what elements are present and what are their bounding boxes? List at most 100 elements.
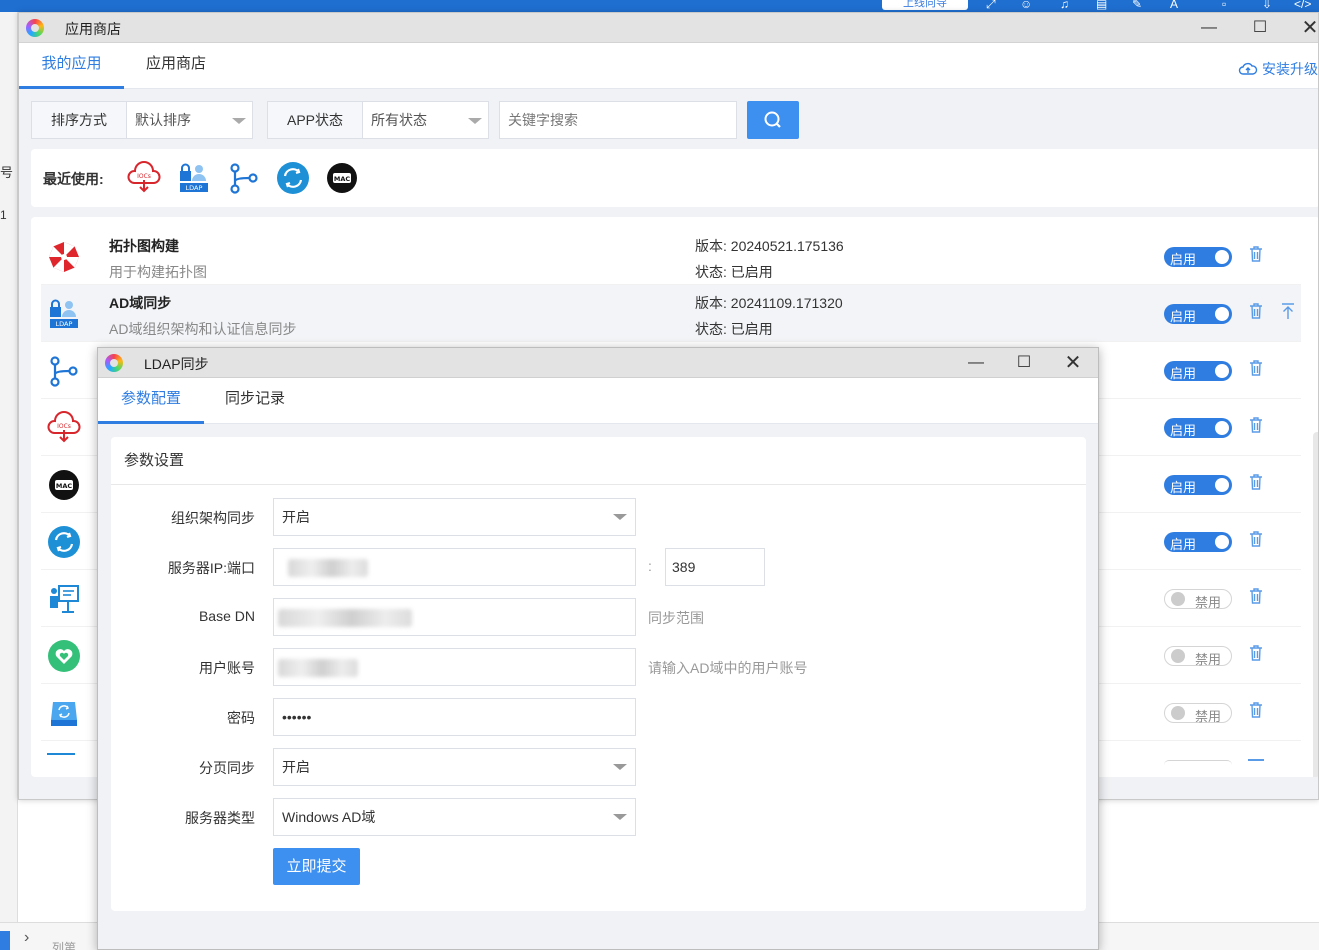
list-item[interactable]: 拓扑图构建 用于构建拓扑图 版本: 20240521.175136 状态: 已启… [41,228,1301,285]
download-icon[interactable]: ⇩ [1262,0,1272,11]
enable-toggle[interactable]: 启用 [1164,304,1232,324]
tab-sync-records[interactable]: 同步记录 [225,378,285,424]
heart-shield-icon [48,640,80,672]
enable-toggle[interactable]: 启用 [1164,418,1232,438]
app-version: 版本: 20240521.175136 [695,238,844,254]
mac-icon[interactable]: MAC [325,161,359,195]
password-input[interactable]: •••••• [273,698,636,736]
code-icon[interactable]: </> [1294,0,1311,11]
port-separator: : [648,558,652,574]
search-icon [764,111,781,128]
background-taskbar: 上线向导 ⤢ ☺ ♫ ▤ ✎ A ▫ ⇩ </> [0,0,1319,12]
sync-icon[interactable] [276,161,310,195]
account-input[interactable] [273,648,636,686]
app-logo-icon [26,19,44,37]
param-settings-card: 参数设置 组织架构同步 开启 服务器IP:端口 : 389 Base DN 同步… [111,437,1086,911]
sort-value: 默认排序 [135,112,191,128]
app-name: AD域同步 [109,295,172,311]
svg-text:MAC: MAC [56,482,72,490]
trash-icon[interactable] [1248,586,1264,606]
enable-toggle[interactable]: 启用 [1164,247,1232,267]
enable-toggle[interactable]: 禁用 [1164,703,1232,724]
maximize-button[interactable]: ☐ [1240,15,1280,41]
list-item[interactable]: LDAP AD域同步 AD域组织架构和认证信息同步 版本: 20241109.1… [41,285,1301,342]
trash-icon[interactable] [1248,643,1264,663]
install-upgrade-button[interactable]: 安装升级 [1238,59,1318,79]
keyword-search-input[interactable]: 关键字搜索 [499,101,737,139]
enable-toggle[interactable]: 启用 [1164,361,1232,381]
org-sync-select[interactable]: 开启 [273,498,636,536]
branch-icon[interactable] [227,161,261,195]
chat-icon[interactable]: ☺ [1020,0,1032,11]
submit-button[interactable]: 立即提交 [273,848,360,885]
dialog-titlebar[interactable]: LDAP同步 — ☐ ✕ [98,348,1098,378]
enable-toggle[interactable]: 启用 [1164,475,1232,495]
close-button[interactable]: ✕ [1053,350,1093,376]
field-label: 服务器类型 [185,810,255,826]
server-ip-input[interactable] [273,548,636,586]
server-type-select[interactable]: Windows AD域 [273,798,636,836]
enable-toggle[interactable]: 禁用 [1164,646,1232,667]
status-select[interactable]: APP状态 所有状态 [267,101,489,139]
app-logo-icon [105,354,123,372]
redacted-text [288,559,368,577]
maximize-button[interactable]: ☐ [1004,350,1044,376]
background-tab[interactable] [0,931,10,950]
trash-icon[interactable] [1248,700,1264,720]
paging-row: 分页同步 开启 [111,748,1086,786]
server-row: 服务器IP:端口 : 389 [111,548,1086,586]
trash-icon[interactable] [1248,472,1264,492]
collapse-icon[interactable]: ⤢ [986,0,996,12]
server-type-row: 服务器类型 Windows AD域 [111,798,1086,836]
mac-icon: MAC [49,470,79,500]
tag-icon[interactable]: ✎ [1132,0,1142,11]
list-scrollbar[interactable] [1313,432,1318,777]
background-text: 列第 [52,941,77,950]
ldap-icon[interactable]: LDAP [177,161,211,195]
background-text: 1 [0,208,7,222]
trash-icon[interactable] [1248,244,1264,264]
app-status: 状态: 已启用 [695,321,773,337]
field-label: 分页同步 [199,760,255,776]
field-hint: 请输入AD域中的用户账号 [648,660,808,676]
search-button[interactable] [747,101,799,139]
pin-to-top-icon[interactable] [1281,301,1295,321]
chevron-right-icon[interactable]: › [24,929,29,947]
translate-icon[interactable]: A [1170,0,1178,11]
sort-select[interactable]: 排序方式 默认排序 [31,101,253,139]
minimize-button[interactable]: — [956,350,996,376]
book-icon[interactable]: ▤ [1096,0,1107,11]
base-dn-input[interactable] [273,598,636,636]
svg-text:LDAP: LDAP [56,320,73,328]
umbrella-icon [49,242,79,272]
drive-icon [51,702,77,726]
app-name: 拓扑图构建 [109,238,179,254]
window-title: 应用商店 [65,21,121,37]
setup-wizard-button[interactable]: 上线向导 [882,0,968,10]
tab-param-config[interactable]: 参数配置 [98,378,204,424]
close-button[interactable]: ✕ [1290,15,1318,41]
enable-toggle[interactable]: 禁用 [1164,589,1232,610]
section-title: 参数设置 [111,437,1086,485]
tab-my-apps[interactable]: 我的应用 [19,43,124,89]
add-window-icon[interactable]: ▫ [1222,0,1226,11]
status-value: 所有状态 [371,112,427,128]
trash-icon[interactable] [1248,415,1264,435]
trash-icon[interactable] [1248,759,1264,769]
iocs-cloud-icon[interactable]: IOCs [127,161,161,195]
port-input[interactable]: 389 [665,548,765,586]
trash-icon[interactable] [1248,358,1264,378]
bell-icon[interactable]: ♫ [1060,0,1069,11]
minimize-button[interactable]: — [1189,15,1229,41]
paging-select[interactable]: 开启 [273,748,636,786]
enable-toggle[interactable] [1164,760,1232,770]
enable-toggle[interactable]: 启用 [1164,532,1232,552]
password-row: 密码 •••••• [111,698,1086,736]
trash-icon[interactable] [1248,301,1264,321]
branch-icon [50,356,78,387]
window-titlebar[interactable]: 应用商店 — ☐ ✕ [19,13,1318,43]
base-dn-row: Base DN 同步范围 [111,598,1086,636]
tab-app-store[interactable]: 应用商店 [146,43,206,89]
trash-icon[interactable] [1248,529,1264,549]
chevron-down-icon [468,118,482,124]
